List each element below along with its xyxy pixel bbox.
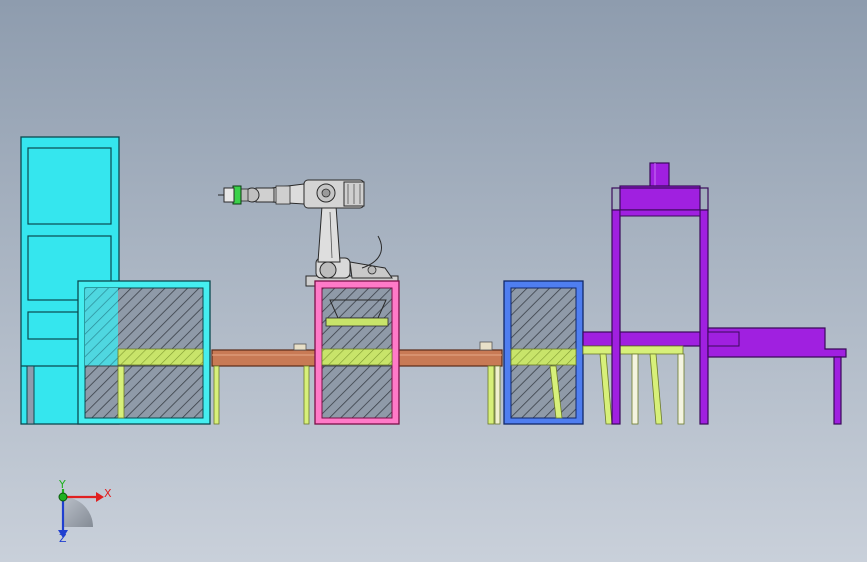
triad-origin xyxy=(58,492,68,502)
cabinet-door-lower xyxy=(27,311,79,340)
press-station[interactable] xyxy=(611,162,709,425)
cad-viewport[interactable]: X Y Z xyxy=(0,0,867,562)
coordinate-triad[interactable]: X Y Z xyxy=(58,478,112,545)
exit-conveyor[interactable] xyxy=(707,327,847,425)
industrial-robot[interactable] xyxy=(218,179,399,287)
x-axis-label: X xyxy=(104,487,112,500)
z-axis-label: Z xyxy=(59,532,67,545)
x-axis-arrowhead xyxy=(96,492,104,502)
assembly-drawing: X Y Z xyxy=(20,136,847,545)
safety-guard-center[interactable] xyxy=(314,280,400,425)
y-axis-label: Y xyxy=(58,478,66,491)
safety-guard-right[interactable] xyxy=(503,280,584,425)
safety-guard-left[interactable] xyxy=(77,280,211,425)
gripper xyxy=(223,187,235,203)
triad-quadrant xyxy=(63,497,93,527)
cabinet-door-top xyxy=(27,147,112,225)
